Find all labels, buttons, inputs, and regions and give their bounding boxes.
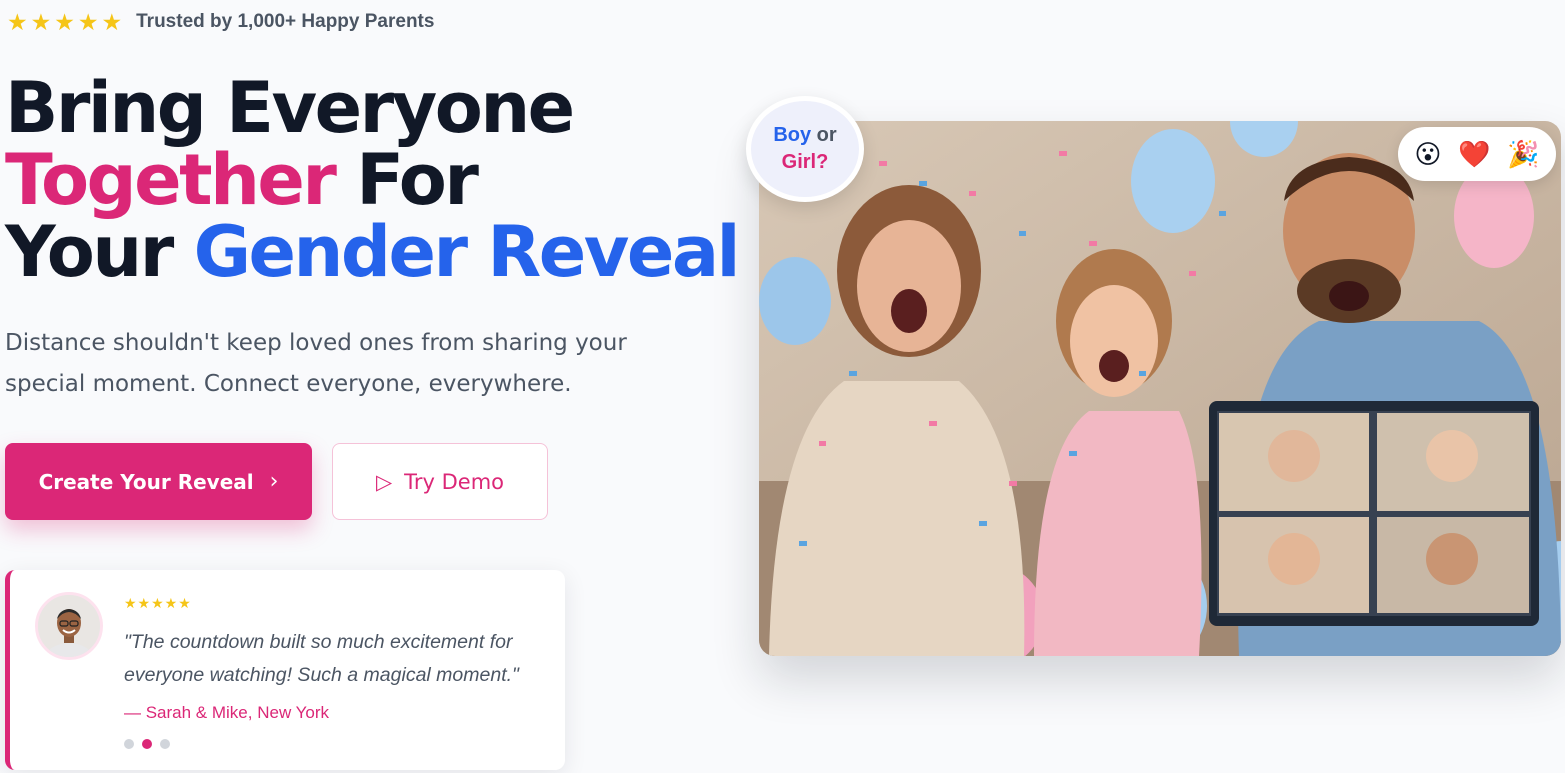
headline-highlight-together: Together [5,139,337,221]
avatar [35,592,103,660]
carousel-dot-active[interactable] [142,739,152,749]
testimonial-card: ★★★★★ "The countdown built so much excit… [5,570,565,770]
try-demo-label: Try Demo [404,469,505,494]
rating-stars: ★ ★ ★ ★ ★ [7,10,122,34]
boy-or-girl-badge: Boy or Girl? [746,96,864,202]
party-popper-icon[interactable]: 🎉 [1507,139,1539,169]
star-icon: ★ [101,9,123,35]
badge-girl-text: Girl? [781,151,829,173]
carousel-dots [124,739,170,749]
star-icon: ★ [77,9,99,35]
try-demo-button[interactable]: ▷ Try Demo [332,443,548,520]
headline-highlight-gender-reveal: Gender Reveal [193,211,741,293]
testimonial-stars: ★★★★★ [124,595,192,611]
testimonial-author: — Sarah & Mike, New York [124,703,330,722]
star-icon: ★ [30,9,52,35]
star-icon: ★ [7,9,28,35]
headline-line-3-lead: Your [5,211,194,293]
hero-headline: Bring Everyone Together For Your Gender … [5,72,741,288]
hero-subtitle: Distance shouldn't keep loved ones from … [5,330,627,397]
create-reveal-button[interactable]: Create Your Reveal › [5,443,312,520]
reaction-bar: 😮 ❤️ 🎉 [1398,127,1556,181]
landing-page: ★ ★ ★ ★ ★ Trusted by 1,000+ Happy Parent… [0,0,1565,773]
hero-image [759,121,1561,656]
trust-bar: ★ ★ ★ ★ ★ Trusted by 1,000+ Happy Parent… [7,10,434,34]
headline-line-2-rest: For [334,139,479,221]
surprised-face-icon[interactable]: 😮 [1414,139,1441,169]
chevron-right-icon: › [269,469,279,494]
testimonial-quote: "The countdown built so much excitement … [124,631,519,686]
create-reveal-label: Create Your Reveal [38,469,254,494]
trust-text: Trusted by 1,000+ Happy Parents [136,11,435,32]
heart-icon[interactable]: ❤️ [1458,139,1490,169]
carousel-dot[interactable] [124,739,134,749]
carousel-dot[interactable] [160,739,170,749]
badge-boy-text: Boy [773,124,812,146]
play-icon: ▷ [375,469,393,494]
badge-or-text: or [811,124,837,146]
headline-line-1: Bring Everyone [5,67,575,149]
star-icon: ★ [54,9,75,35]
